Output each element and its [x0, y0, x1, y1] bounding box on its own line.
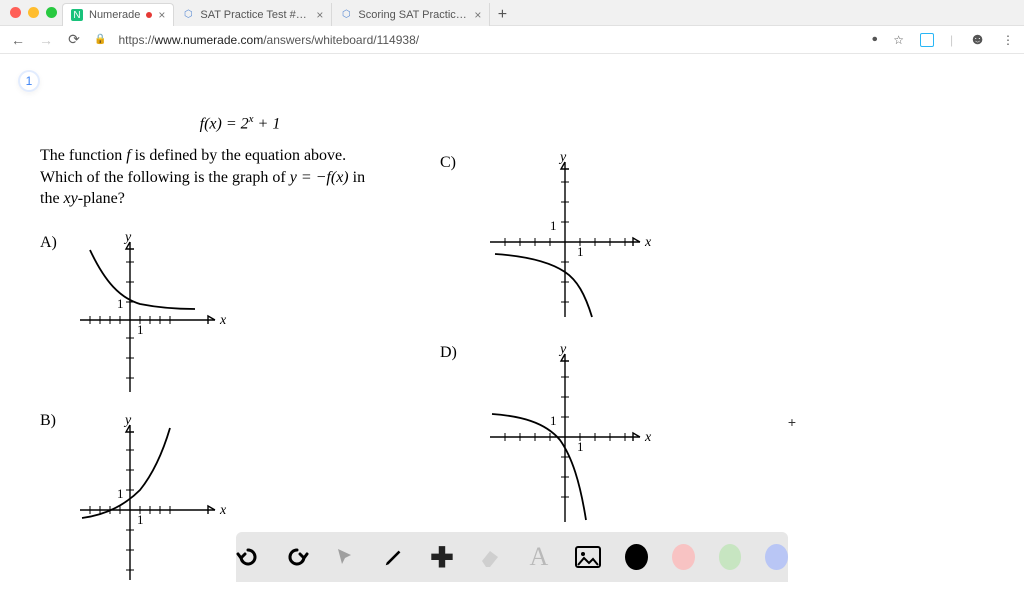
question-block: f(x) = 2x + 1 The function f is defined … [40, 112, 440, 210]
question-text: The function f is defined by the equatio… [40, 145, 440, 210]
tab-title: Numerade [89, 9, 140, 21]
redo-button[interactable] [284, 543, 308, 571]
close-tab-button[interactable]: × [474, 8, 481, 22]
url-scheme: https:// [118, 33, 154, 47]
browser-tab-sat-practice[interactable]: ⬡ SAT Practice Test #5 | SAT Su… × [174, 3, 332, 26]
live-indicator-icon [146, 12, 152, 18]
tick-y1: 1 [550, 413, 557, 428]
tick-x1: 1 [137, 512, 144, 527]
graph-option-a: x y 1 1 [70, 232, 230, 402]
close-tab-button[interactable]: × [316, 8, 323, 22]
y-axis-label: y [558, 342, 567, 357]
option-label-b: B) [40, 412, 56, 430]
tick-y1: 1 [550, 218, 557, 233]
crosshair-cursor-icon: + [788, 414, 796, 430]
new-tab-button[interactable]: + [490, 6, 514, 24]
back-button[interactable]: ← [10, 32, 26, 48]
reload-button[interactable]: ⟳ [66, 31, 82, 48]
option-label-d: D) [440, 344, 457, 362]
eraser-tool[interactable] [478, 543, 502, 571]
forward-button[interactable]: → [38, 32, 54, 48]
url-path: /answers/whiteboard/114938/ [263, 33, 419, 47]
tab-strip: N Numerade × ⬡ SAT Practice Test #5 | SA… [62, 3, 514, 26]
window-controls [10, 7, 57, 18]
extension-icon[interactable] [920, 33, 934, 47]
image-tool[interactable] [575, 543, 601, 571]
pointer-tool[interactable] [333, 543, 357, 571]
favicon-collegeboard-icon: ⬡ [182, 9, 194, 21]
browser-toolbar: ← → ⟳ 🔒 https://www.numerade.com/answers… [0, 26, 1024, 54]
color-swatch-red[interactable] [672, 544, 695, 570]
favicon-numerade: N [71, 9, 83, 21]
color-swatch-black[interactable] [625, 544, 648, 570]
option-label-a: A) [40, 234, 57, 252]
pencil-tool[interactable] [381, 543, 405, 571]
menu-button[interactable]: ⋮ [1002, 33, 1014, 47]
url-host: www.numerade.com [154, 33, 263, 47]
maximize-window-button[interactable] [46, 7, 57, 18]
favicon-collegeboard-icon: ⬡ [340, 9, 352, 21]
graph-option-d: x y 1 1 [480, 342, 660, 532]
tab-title: SAT Practice Test #5 | SAT Su… [200, 9, 310, 21]
color-swatch-blue[interactable] [765, 544, 788, 570]
text-tool[interactable]: A [527, 543, 551, 571]
whiteboard-toolbar: ✚ A [236, 532, 788, 582]
separator: | [950, 33, 953, 47]
x-axis-label: x [219, 503, 227, 518]
option-label-c: C) [440, 154, 456, 172]
tick-x1: 1 [577, 244, 584, 259]
page-content: 1 f(x) = 2x + 1 The function f is define… [0, 54, 1024, 582]
window-titlebar: N Numerade × ⬡ SAT Practice Test #5 | SA… [0, 0, 1024, 26]
recording-icon[interactable]: ⏺ [872, 34, 877, 45]
color-swatch-green[interactable] [719, 544, 742, 570]
minimize-window-button[interactable] [28, 7, 39, 18]
browser-tab-numerade[interactable]: N Numerade × [62, 3, 174, 26]
tick-y1: 1 [117, 486, 124, 501]
y-axis-label: y [123, 232, 132, 245]
account-icon[interactable]: ☻ [969, 31, 986, 49]
x-axis-label: x [644, 430, 652, 445]
tick-y1: 1 [117, 296, 124, 311]
x-axis-label: x [644, 235, 652, 250]
undo-button[interactable] [236, 543, 260, 571]
lock-icon: 🔒 [94, 34, 106, 45]
slide-number-badge[interactable]: 1 [18, 70, 40, 92]
graph-option-b: x y 1 1 [70, 410, 230, 590]
toolbar-right: ⏺ ☆ | ☻ ⋮ [872, 31, 1014, 49]
close-window-button[interactable] [10, 7, 21, 18]
tick-x1: 1 [577, 439, 584, 454]
add-tool[interactable]: ✚ [430, 543, 454, 571]
close-tab-button[interactable]: × [158, 8, 165, 22]
bookmark-star-button[interactable]: ☆ [893, 33, 904, 47]
x-axis-label: x [219, 313, 227, 328]
equation: f(x) = 2x + 1 [40, 112, 440, 135]
address-bar[interactable]: https://www.numerade.com/answers/whitebo… [118, 33, 419, 47]
y-axis-label: y [558, 152, 567, 165]
browser-tab-sat-scoring[interactable]: ⬡ Scoring SAT Practice Test 5 | S… × [332, 3, 490, 26]
graph-option-c: x y 1 1 [480, 152, 660, 332]
tick-x1: 1 [137, 322, 144, 337]
tab-title: Scoring SAT Practice Test 5 | S… [358, 9, 468, 21]
y-axis-label: y [123, 413, 132, 428]
